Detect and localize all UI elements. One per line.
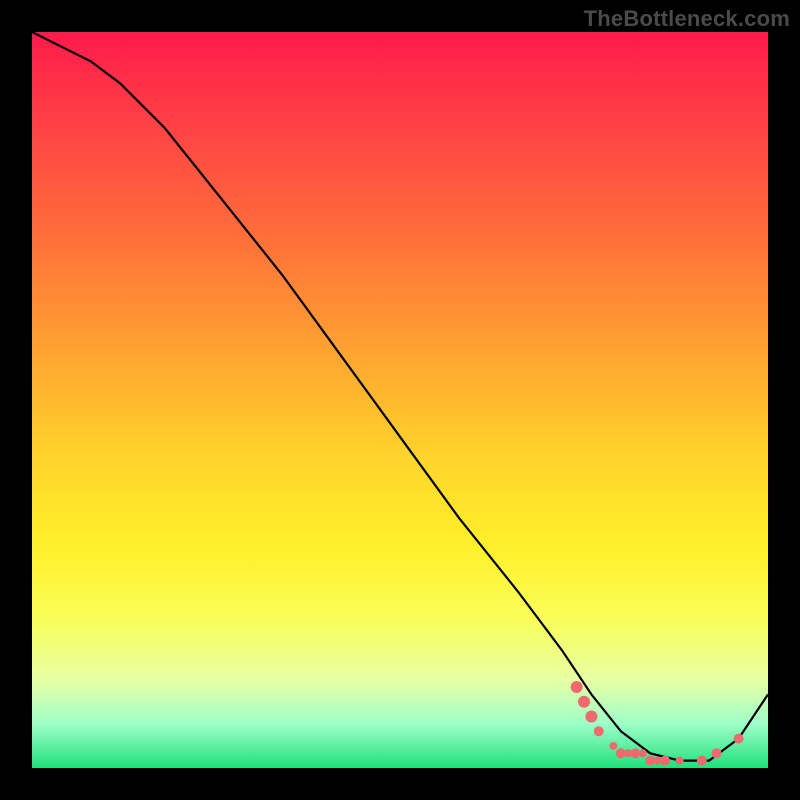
curve-marker: [639, 749, 647, 757]
watermark-text: TheBottleneck.com: [584, 6, 790, 32]
curve-marker: [594, 726, 604, 736]
bottleneck-curve: [32, 32, 768, 761]
curve-marker: [734, 734, 744, 744]
curve-marker: [585, 711, 597, 723]
curve-marker: [676, 757, 684, 765]
plot-area: [32, 32, 768, 768]
curve-marker: [660, 756, 670, 766]
chart-frame: TheBottleneck.com: [0, 0, 800, 800]
curve-marker: [712, 748, 722, 758]
curve-marker: [578, 696, 590, 708]
curve-marker: [697, 756, 707, 766]
curve-markers: [571, 681, 744, 766]
chart-svg: [32, 32, 768, 768]
curve-marker: [609, 742, 617, 750]
curve-marker: [571, 681, 583, 693]
